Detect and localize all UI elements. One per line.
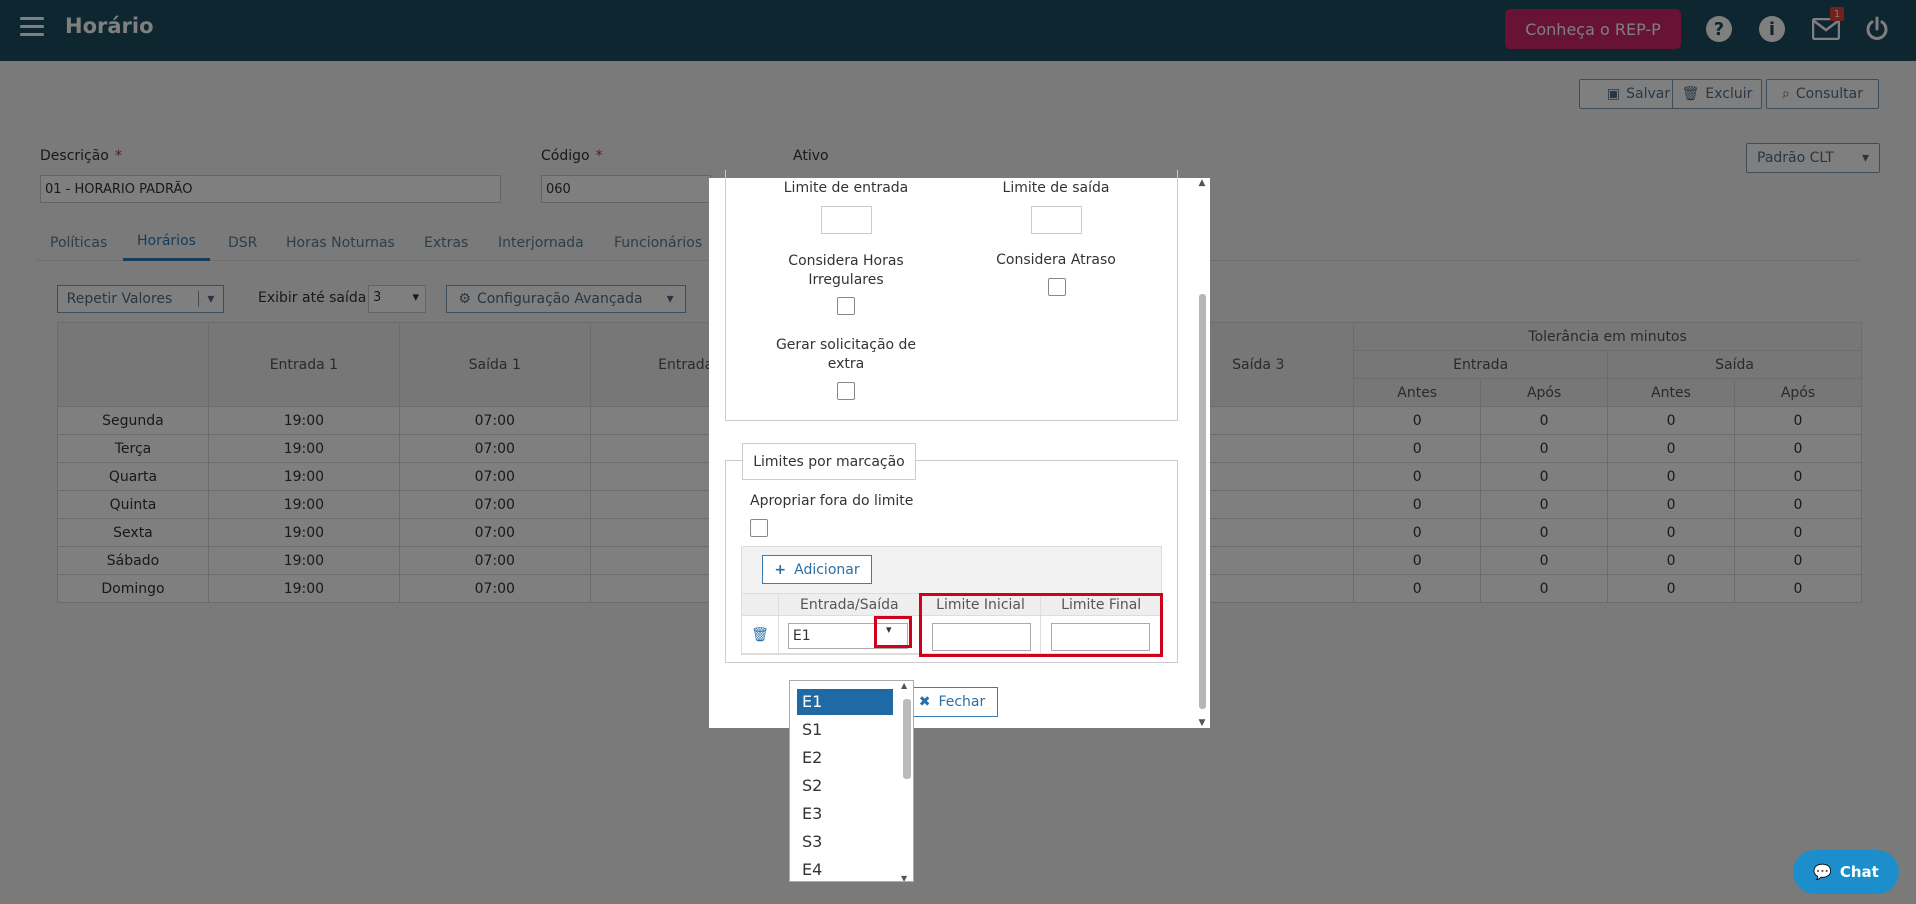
dropdown-option[interactable]: E2 (797, 745, 893, 771)
limit-entry-label: Limite de entrada (783, 180, 909, 196)
extra-request-checkbox[interactable] (837, 382, 855, 400)
limit-entry-input[interactable] (821, 206, 872, 234)
chat-bubble-icon: 💬 (1813, 863, 1832, 881)
limit-exit-label: Limite de saída (1002, 180, 1110, 196)
dropdown-option[interactable]: E1 (797, 689, 893, 715)
scroll-up-icon[interactable]: ▲ (1197, 178, 1207, 188)
add-button[interactable]: + Adicionar (762, 555, 872, 584)
delay-label: Considera Atraso (996, 252, 1116, 268)
caret-down-icon: ▾ (886, 623, 892, 636)
scroll-up-icon[interactable]: ▲ (901, 681, 907, 690)
extra-request-label: Gerar solicitação de extra (775, 337, 917, 372)
dropdown-option[interactable]: S2 (797, 773, 893, 799)
limit-exit-input[interactable] (1031, 206, 1082, 234)
delay-checkbox[interactable] (1048, 278, 1066, 296)
trash-icon[interactable]: 🗑 (741, 615, 779, 654)
scroll-down-icon[interactable]: ▼ (901, 874, 907, 881)
appropriate-label: Apropriar fora do limite (750, 493, 914, 509)
dropdown-option[interactable]: E4 (797, 857, 893, 881)
irregular-hours-checkbox[interactable] (837, 297, 855, 315)
entry-exit-dropdown: E1 S1 E2 S2 E3 S3 E4 ▲ ▼ (789, 680, 914, 882)
settings-panel (725, 170, 1178, 421)
dropdown-toggle-highlight[interactable]: ▾ (874, 616, 912, 648)
limits-legend: Limites por marcação (742, 443, 916, 480)
close-button[interactable]: ✖ Fechar (906, 687, 998, 717)
limits-highlight (919, 593, 1163, 657)
dropdown-option[interactable]: S3 (797, 829, 893, 855)
scroll-thumb[interactable] (903, 699, 911, 779)
dropdown-option[interactable]: E3 (797, 801, 893, 827)
scroll-down-icon[interactable]: ▼ (1197, 718, 1207, 728)
appropriate-checkbox[interactable] (750, 519, 768, 537)
action-col-header (741, 593, 779, 616)
entry-exit-header: Entrada/Saída (777, 593, 921, 616)
close-icon: ✖ (918, 694, 931, 710)
irregular-hours-label: Considera Horas Irregulares (788, 253, 904, 288)
chat-button[interactable]: 💬 Chat (1793, 850, 1899, 894)
dropdown-scrollbar[interactable]: ▲ ▼ (901, 681, 911, 881)
modal-scrollbar[interactable]: ▲ ▼ (1197, 178, 1207, 728)
scroll-thumb[interactable] (1199, 294, 1206, 709)
dropdown-option[interactable]: S1 (797, 717, 893, 743)
plus-icon: + (774, 561, 787, 578)
